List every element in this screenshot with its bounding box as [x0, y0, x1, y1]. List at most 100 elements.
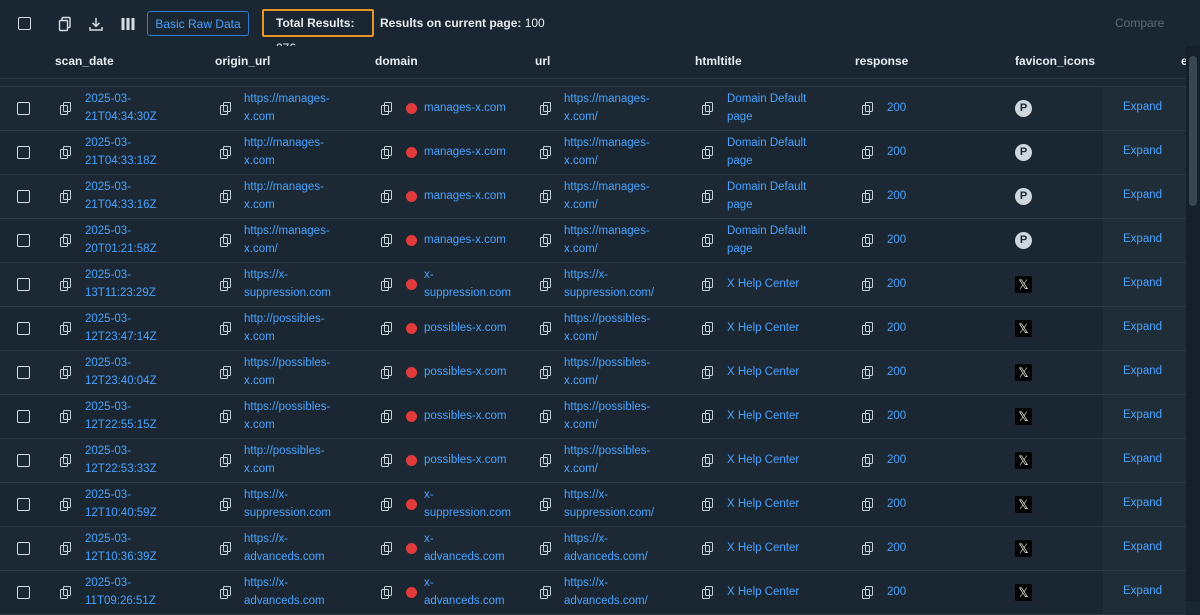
column-header-scan-date[interactable]: scan_date: [55, 54, 114, 68]
row-checkbox[interactable]: [17, 322, 30, 335]
copy-icon[interactable]: [862, 102, 874, 115]
cell-domain[interactable]: possibles-x.com: [424, 364, 506, 382]
column-header-favicon-icons[interactable]: favicon_icons: [1015, 54, 1095, 68]
cell-url[interactable]: https://x-advanceds.com/: [564, 575, 648, 610]
copy-icon[interactable]: [60, 278, 72, 291]
cell-origin-url[interactable]: http://manages-x.com: [244, 135, 324, 170]
expand-link[interactable]: Expand: [1123, 233, 1162, 245]
copy-icon[interactable]: [702, 454, 714, 467]
cell-response[interactable]: 200: [887, 496, 906, 514]
row-checkbox[interactable]: [17, 498, 30, 511]
cell-domain[interactable]: manages-x.com: [424, 144, 506, 162]
cell-scan-date[interactable]: 2025-03- 12T22:53:33Z: [85, 443, 157, 478]
cell-scan-date[interactable]: 2025-03- 12T23:47:14Z: [85, 311, 157, 346]
cell-origin-url[interactable]: https://manages-x.com/: [244, 223, 330, 258]
copy-icon[interactable]: [540, 454, 552, 467]
copy-icon[interactable]: [702, 542, 714, 555]
copy-icon[interactable]: [381, 586, 393, 599]
copy-icon[interactable]: [540, 498, 552, 511]
row-checkbox[interactable]: [17, 410, 30, 423]
cell-scan-date[interactable]: 2025-03- 21T04:33:16Z: [85, 179, 157, 214]
copy-icon[interactable]: [540, 146, 552, 159]
copy-icon[interactable]: [220, 410, 232, 423]
copy-icon[interactable]: [60, 454, 72, 467]
copy-icon[interactable]: [702, 278, 714, 291]
cell-response[interactable]: 200: [887, 584, 906, 602]
cell-htmltitle[interactable]: X Help Center: [727, 364, 799, 382]
cell-origin-url[interactable]: https://possibles-x.com: [244, 355, 330, 390]
cell-domain[interactable]: possibles-x.com: [424, 408, 506, 426]
cell-htmltitle[interactable]: X Help Center: [727, 408, 799, 426]
cell-response[interactable]: 200: [887, 232, 906, 250]
copy-icon[interactable]: [220, 454, 232, 467]
copy-icon[interactable]: [862, 542, 874, 555]
cell-scan-date[interactable]: 2025-03- 13T11:23:29Z: [85, 267, 156, 302]
cell-htmltitle[interactable]: X Help Center: [727, 276, 799, 294]
cell-htmltitle[interactable]: X Help Center: [727, 584, 799, 602]
cell-url[interactable]: https://x-suppression.com/: [564, 267, 654, 302]
column-header-response[interactable]: response: [855, 54, 908, 68]
copy-icon[interactable]: [381, 498, 393, 511]
copy-icon[interactable]: [702, 498, 714, 511]
copy-icon[interactable]: [60, 542, 72, 555]
expand-link[interactable]: Expand: [1123, 585, 1162, 597]
expand-link[interactable]: Expand: [1123, 409, 1162, 421]
column-header-url[interactable]: url: [535, 54, 550, 68]
cell-origin-url[interactable]: http://manages-x.com: [244, 179, 324, 214]
cell-origin-url[interactable]: https://x-advanceds.com: [244, 575, 325, 610]
cell-htmltitle[interactable]: Domain Default page: [727, 91, 806, 126]
row-checkbox[interactable]: [17, 454, 30, 467]
copy-icon[interactable]: [862, 366, 874, 379]
cell-origin-url[interactable]: http://possibles-x.com: [244, 443, 325, 478]
copy-icon[interactable]: [540, 410, 552, 423]
cell-url[interactable]: https://possibles-x.com/: [564, 443, 650, 478]
copy-icon[interactable]: [540, 366, 552, 379]
column-header-domain[interactable]: domain: [375, 54, 418, 68]
cell-htmltitle[interactable]: Domain Default page: [727, 179, 806, 214]
cell-url[interactable]: https://manages-x.com/: [564, 135, 650, 170]
copy-icon[interactable]: [862, 234, 874, 247]
cell-scan-date[interactable]: 2025-03- 21T04:34:30Z: [85, 91, 157, 126]
expand-link[interactable]: Expand: [1123, 101, 1162, 113]
cell-response[interactable]: 200: [887, 540, 906, 558]
copy-icon[interactable]: [381, 322, 393, 335]
copy-icon[interactable]: [862, 454, 874, 467]
cell-scan-date[interactable]: 2025-03- 11T09:26:51Z: [85, 575, 156, 610]
cell-url[interactable]: https://possibles-x.com/: [564, 355, 650, 390]
cell-scan-date[interactable]: 2025-03- 12T10:36:39Z: [85, 531, 157, 566]
copy-icon[interactable]: [60, 234, 72, 247]
copy-icon[interactable]: [540, 278, 552, 291]
cell-response[interactable]: 200: [887, 408, 906, 426]
download-icon[interactable]: [88, 16, 104, 32]
cell-origin-url[interactable]: https://possibles-x.com: [244, 399, 330, 434]
copy-icon[interactable]: [220, 278, 232, 291]
copy-icon[interactable]: [381, 454, 393, 467]
copy-icon[interactable]: [702, 146, 714, 159]
copy-icon[interactable]: [540, 234, 552, 247]
cell-url[interactable]: https://manages-x.com/: [564, 179, 650, 214]
cell-htmltitle[interactable]: Domain Default page: [727, 135, 806, 170]
expand-link[interactable]: Expand: [1123, 321, 1162, 333]
row-checkbox[interactable]: [17, 190, 30, 203]
select-all-checkbox[interactable]: [18, 17, 31, 30]
cell-htmltitle[interactable]: X Help Center: [727, 540, 799, 558]
copy-icon[interactable]: [381, 146, 393, 159]
cell-origin-url[interactable]: http://possibles-x.com: [244, 311, 325, 346]
cell-origin-url[interactable]: https://manages-x.com: [244, 91, 330, 126]
row-checkbox[interactable]: [17, 366, 30, 379]
copy-icon[interactable]: [381, 102, 393, 115]
cell-domain[interactable]: manages-x.com: [424, 188, 506, 206]
row-checkbox[interactable]: [17, 586, 30, 599]
copy-icon[interactable]: [220, 102, 232, 115]
cell-response[interactable]: 200: [887, 364, 906, 382]
copy-icon[interactable]: [862, 410, 874, 423]
copy-icon[interactable]: [540, 102, 552, 115]
cell-scan-date[interactable]: 2025-03- 12T22:55:15Z: [85, 399, 157, 434]
copy-icon[interactable]: [381, 278, 393, 291]
copy-icon[interactable]: [702, 234, 714, 247]
cell-htmltitle[interactable]: X Help Center: [727, 496, 799, 514]
copy-icon[interactable]: [540, 190, 552, 203]
copy-icon[interactable]: [60, 366, 72, 379]
copy-icon[interactable]: [540, 542, 552, 555]
expand-link[interactable]: Expand: [1123, 145, 1162, 157]
